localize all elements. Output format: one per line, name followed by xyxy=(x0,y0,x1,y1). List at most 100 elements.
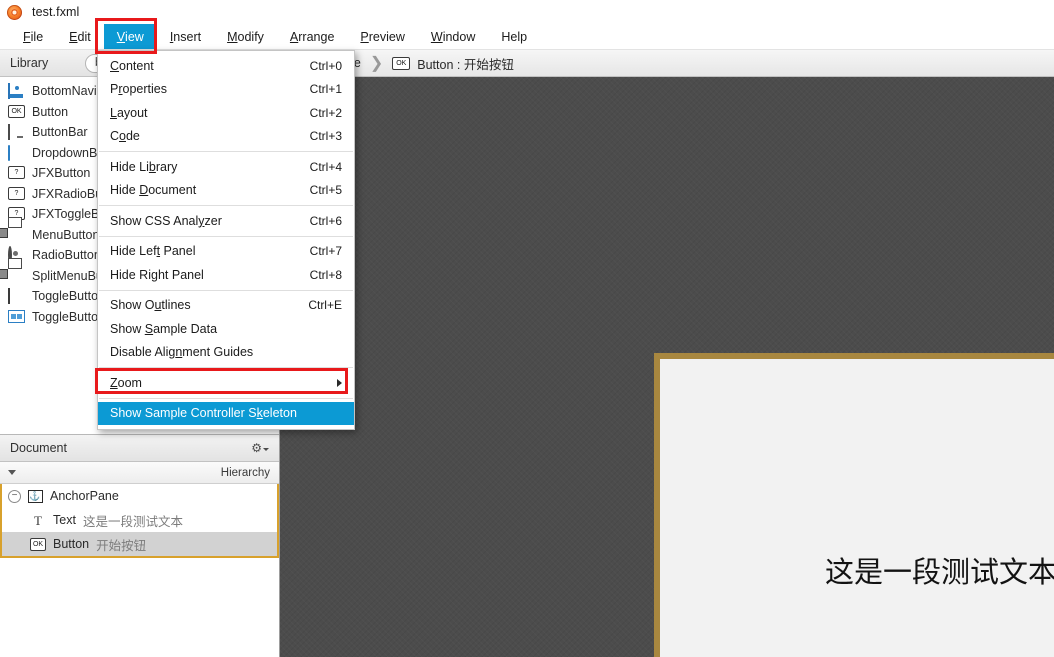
buttonbar-icon xyxy=(8,124,25,141)
menubar-label-help: Help xyxy=(501,29,528,44)
gear-icon[interactable]: ⚙ xyxy=(251,442,269,454)
menu-item-show-outlines[interactable]: Show Outlines Ctrl+E xyxy=(98,294,354,318)
canvas-text-node[interactable]: 这是一段测试文本 xyxy=(825,549,1054,591)
tree-node-value: 这是一段测试文本 xyxy=(82,514,183,529)
menu-item-show-css-analyzer[interactable]: Show CSS Analyzer Ctrl+6 xyxy=(98,209,354,233)
library-panel-title: Library xyxy=(10,56,49,70)
content-area: ane ❯ OK Button : 开始按钮 这是一段测试文本 xyxy=(280,50,1054,657)
menu-item-accel: Ctrl+3 xyxy=(309,129,342,144)
menu-item-accel: Ctrl+4 xyxy=(309,159,342,174)
menubar-label-file: ile xyxy=(30,29,44,44)
menu-separator xyxy=(99,397,353,399)
window-title: test.fxml xyxy=(32,5,80,19)
menubar-label-view: iew xyxy=(125,29,144,44)
menu-item-label: ment Guides xyxy=(182,345,254,360)
menubar-item-help[interactable]: Help xyxy=(488,24,540,49)
menu-item-hide-right-panel[interactable]: Hide Right Panel Ctrl+8 xyxy=(98,263,354,287)
tree-node-value: 开始按钮 xyxy=(96,538,147,553)
menu-item-code[interactable]: Code Ctrl+3 xyxy=(98,125,354,149)
scenebuilder-logo-icon xyxy=(7,4,22,20)
table-row[interactable]: OK Button 开始按钮 xyxy=(2,532,277,556)
menu-item-show-sample-controller-skeleton[interactable]: Show Sample Controller Skeleton xyxy=(98,401,354,425)
view-menu-dropdown[interactable]: Content Ctrl+0 Properties Ctrl+1 Layout … xyxy=(97,50,355,430)
menu-separator xyxy=(99,367,353,368)
document-panel-header: Document ⚙ xyxy=(0,435,279,462)
menu-item-accel: Ctrl+0 xyxy=(309,58,342,73)
menu-item-accel: Ctrl+2 xyxy=(309,105,342,120)
menu-item-accel: Ctrl+6 xyxy=(309,213,342,228)
chevron-right-icon: ❯ xyxy=(369,55,384,72)
menu-item-accel: Ctrl+7 xyxy=(309,244,342,259)
menubar-item-preview[interactable]: Preview xyxy=(347,24,417,49)
menu-item-layout[interactable]: Layout Ctrl+2 xyxy=(98,101,354,125)
menu-item-content[interactable]: Content Ctrl+0 xyxy=(98,54,354,78)
library-item-label: MenuButton xyxy=(32,227,100,242)
menu-item-label: de xyxy=(125,129,140,144)
tree-node-type: Button xyxy=(53,537,90,551)
library-item-label: Button xyxy=(32,104,69,119)
menu-separator xyxy=(99,289,353,291)
breadcrumb: ane ❯ OK Button : 开始按钮 xyxy=(280,50,1054,77)
button-ok-icon: OK xyxy=(8,104,25,119)
question-icon: ? xyxy=(8,186,25,201)
menu-item-properties[interactable]: Properties Ctrl+1 xyxy=(98,78,354,102)
splitmenubutton-icon xyxy=(8,269,25,283)
document-panel: Document ⚙ Hierarchy − ⚓ AnchorPane T Te… xyxy=(0,434,279,657)
library-item-label: JFXButton xyxy=(32,166,91,181)
menubar-label-modify: odify xyxy=(237,29,264,44)
menu-item-label: Panel xyxy=(160,244,196,259)
menubar-item-arrange[interactable]: Arrange xyxy=(277,24,347,49)
button-ok-icon: OK xyxy=(392,56,411,70)
menu-separator xyxy=(99,205,353,206)
menubutton-icon xyxy=(8,228,25,242)
menu-item-accel: Ctrl+5 xyxy=(309,183,342,198)
tree-node-type: AnchorPane xyxy=(50,489,119,503)
chevron-down-icon[interactable] xyxy=(8,470,16,475)
menubar-item-view[interactable]: View xyxy=(103,24,157,49)
menubar-item-edit[interactable]: Edit xyxy=(56,24,104,49)
menu-item-label: ample Data xyxy=(153,321,218,336)
menu-item-label: ocument xyxy=(148,183,197,198)
table-row[interactable]: T Text 这是一段测试文本 xyxy=(2,508,277,532)
menubar-item-insert[interactable]: Insert xyxy=(157,24,214,49)
menubar-label-window: indow xyxy=(442,29,476,44)
hierarchy-bar: Hierarchy xyxy=(0,462,279,484)
bottomnavigation-icon xyxy=(8,83,25,100)
menubar-item-modify[interactable]: Modify xyxy=(214,24,277,49)
menu-item-accel: Ctrl+E xyxy=(308,298,342,313)
togglebuttongroup-icon xyxy=(8,309,25,324)
menu-item-hide-left-panel[interactable]: Hide Left Panel Ctrl+7 xyxy=(98,240,354,264)
menubar-item-window[interactable]: Window xyxy=(418,24,488,49)
menubar-label-edit: dit xyxy=(77,29,91,44)
library-item-label: RadioButton xyxy=(32,248,101,263)
document-panel-title: Document xyxy=(10,441,67,455)
menu-item-zoom[interactable]: Zoom xyxy=(98,371,354,395)
collapse-icon[interactable]: − xyxy=(8,489,21,503)
library-item-label: ToggleButton xyxy=(32,289,105,304)
breadcrumb-selected[interactable]: Button : 开始按钮 xyxy=(417,54,514,73)
hierarchy-label: Hierarchy xyxy=(220,466,270,479)
menu-item-hide-library[interactable]: Hide Library Ctrl+4 xyxy=(98,155,354,179)
togglebutton-icon xyxy=(8,288,25,305)
table-row[interactable]: − ⚓ AnchorPane xyxy=(2,484,277,508)
menu-item-disable-alignment-guides[interactable]: Disable Alignment Guides xyxy=(98,341,354,365)
menu-item-hide-document[interactable]: Hide Document Ctrl+5 xyxy=(98,179,354,203)
hierarchy-tree[interactable]: − ⚓ AnchorPane T Text 这是一段测试文本 OK Button… xyxy=(0,484,279,558)
menubar-label-preview: review xyxy=(368,29,405,44)
menu-item-label: oom xyxy=(117,375,142,390)
menu-item-label: ontent xyxy=(119,58,154,73)
menubar-item-file[interactable]: File xyxy=(10,24,56,49)
menubar-label-arrange: rrange xyxy=(298,29,335,44)
form-canvas[interactable]: 这是一段测试文本 开始按钮 xyxy=(654,353,1054,657)
menu-separator xyxy=(99,235,353,237)
title-bar: test.fxml xyxy=(0,0,1054,24)
menu-item-label: eleton xyxy=(262,406,297,421)
menu-item-label: operties xyxy=(122,82,167,97)
chevron-right-icon xyxy=(337,378,342,387)
menu-item-show-sample-data[interactable]: Show Sample Data xyxy=(98,317,354,341)
menu-item-accel: Ctrl+1 xyxy=(309,82,342,97)
menu-item-label: ht Panel xyxy=(157,267,204,282)
menu-separator xyxy=(99,151,353,152)
menu-item-accel: Ctrl+8 xyxy=(309,267,342,282)
menu-item-label: ayout xyxy=(116,105,148,120)
